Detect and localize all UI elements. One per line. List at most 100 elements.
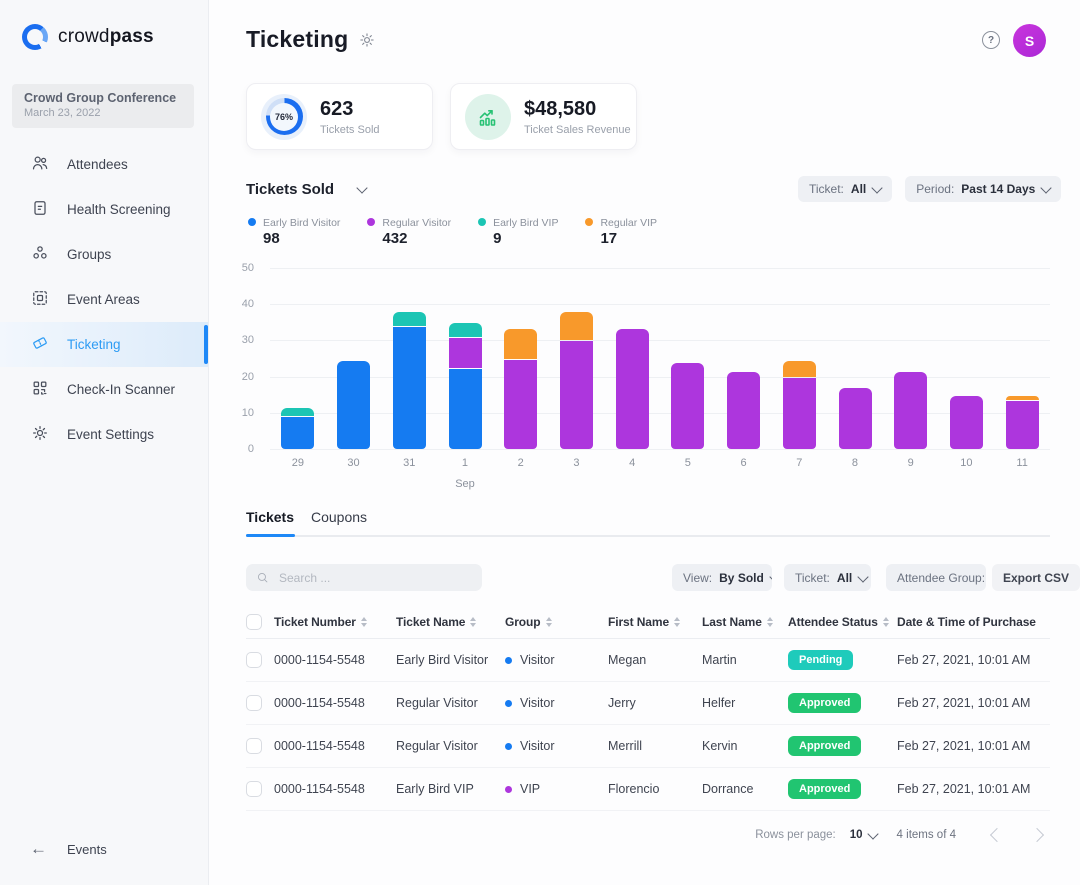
bar-segment: [839, 388, 872, 449]
crowdpass-logo: crowdpass: [22, 24, 154, 50]
previous-page-icon[interactable]: [990, 828, 1004, 842]
group-cell: Visitor: [505, 696, 608, 710]
row-checkbox[interactable]: [246, 695, 262, 711]
y-tick-label: 10: [242, 407, 254, 419]
last-name-cell: Kervin: [702, 739, 788, 753]
toolbar-attendee-group[interactable]: Attendee Group:All: [886, 564, 986, 591]
table-row[interactable]: 0000-1154-5548Early Bird VIPVIPFlorencio…: [246, 768, 1050, 811]
row-checkbox[interactable]: [246, 781, 262, 797]
event-areas-icon: [30, 288, 50, 311]
row-checkbox[interactable]: [246, 738, 262, 754]
bar-segment: [783, 361, 816, 376]
chart-title-label: Tickets Sold: [246, 181, 334, 198]
chip-label: Period:: [916, 182, 954, 196]
toolbar-view[interactable]: View:By Sold: [672, 564, 772, 591]
bar-segment: [337, 361, 370, 449]
group-dot: [505, 786, 512, 793]
column-header-attendee-status[interactable]: Attendee Status: [788, 615, 897, 629]
progress-ring-icon: 76%: [261, 94, 307, 140]
table-header-row: Ticket NumberTicket NameGroup First NameL…: [246, 606, 1050, 639]
gridline: [270, 268, 1050, 269]
x-tick-label: 2: [493, 457, 549, 469]
select-all-checkbox[interactable]: [246, 614, 262, 630]
sidebar-item-event-settings[interactable]: Event Settings: [0, 412, 208, 457]
tab-coupons[interactable]: Coupons: [311, 509, 367, 525]
bar-3: [560, 312, 593, 449]
group-dot: [505, 657, 512, 664]
legend-dot: [585, 218, 593, 226]
bar-segment: [950, 396, 983, 449]
back-to-events[interactable]: Events: [30, 839, 107, 859]
back-to-events-label: Events: [67, 842, 107, 857]
sidebar-item-event-areas[interactable]: Event Areas: [0, 277, 208, 322]
sort-icon: [674, 617, 680, 627]
filter-period[interactable]: Period: Past 14 Days: [905, 176, 1061, 202]
y-tick-label: 30: [242, 334, 254, 346]
column-header-ticket-name[interactable]: Ticket Name: [396, 615, 505, 629]
x-tick-label: 3: [549, 457, 605, 469]
avatar[interactable]: S: [1013, 24, 1046, 57]
bar-4: [616, 329, 649, 449]
group-cell: Visitor: [505, 653, 608, 667]
table-row[interactable]: 0000-1154-5548Early Bird VisitorVisitorM…: [246, 639, 1050, 682]
sidebar-item-label: Ticketing: [67, 337, 121, 352]
ticket-number-cell: 0000-1154-5548: [274, 739, 396, 753]
bar-segment: [281, 417, 314, 449]
sidebar-item-check-in-scanner[interactable]: Check-In Scanner: [0, 367, 208, 412]
ticketing-settings-gear-icon[interactable]: [358, 31, 376, 49]
bar-segment: [281, 408, 314, 416]
bar-segment: [393, 327, 426, 449]
sidebar-item-label: Health Screening: [67, 202, 171, 217]
search-input[interactable]: [277, 570, 461, 586]
status-badge: Pending: [788, 650, 853, 670]
bar-segment: [393, 312, 426, 325]
column-header-first-name[interactable]: First Name: [608, 615, 702, 629]
sidebar-item-attendees[interactable]: Attendees: [0, 142, 208, 187]
sidebar: crowdpass Crowd Group Conference March 2…: [0, 0, 209, 885]
help-icon[interactable]: [982, 31, 1000, 49]
row-checkbox[interactable]: [246, 652, 262, 668]
sidebar-item-groups[interactable]: Groups: [0, 232, 208, 277]
sidebar-item-ticketing[interactable]: Ticketing: [0, 322, 208, 367]
tabs-divider: [246, 535, 1050, 537]
chevron-down-icon: [872, 182, 883, 193]
tickets-sold-chart: 2930311234567891011Sep: [270, 268, 1050, 449]
bar-segment: [894, 372, 927, 449]
chevron-down-icon: [769, 571, 772, 582]
gridline: [270, 413, 1050, 414]
chart-title-dropdown[interactable]: Tickets Sold: [246, 181, 366, 198]
export-csv-button[interactable]: Export CSV: [992, 564, 1080, 591]
column-header-last-name[interactable]: Last Name: [702, 615, 788, 629]
bar-segment: [449, 338, 482, 368]
toolbar-ticket[interactable]: Ticket:All: [784, 564, 871, 591]
sidebar-item-label: Event Areas: [67, 292, 140, 307]
filter-ticket[interactable]: Ticket:All: [798, 176, 892, 202]
sidebar-item-label: Attendees: [67, 157, 128, 172]
ticket-name-cell: Early Bird VIP: [396, 782, 505, 796]
y-tick-label: 40: [242, 298, 254, 310]
column-header-label: Group: [505, 615, 541, 629]
legend-label: Early Bird VIP: [493, 217, 558, 229]
current-event-card[interactable]: Crowd Group Conference March 23, 2022: [12, 84, 194, 128]
next-page-icon[interactable]: [1030, 828, 1044, 842]
purchase-date-cell: Feb 27, 2021, 10:01 AM: [897, 739, 1050, 753]
tab-tickets[interactable]: Tickets: [246, 509, 294, 525]
chip-value: Past 14 Days: [961, 182, 1035, 196]
purchase-date-cell: Feb 27, 2021, 10:01 AM: [897, 696, 1050, 710]
table-row[interactable]: 0000-1154-5548Regular VisitorVisitorMerr…: [246, 725, 1050, 768]
rows-per-page-select[interactable]: 10: [850, 829, 877, 841]
column-header-label: Attendee Status: [788, 615, 878, 629]
legend-label: Regular Visitor: [382, 217, 451, 229]
column-header-ticket-number[interactable]: Ticket Number: [274, 615, 396, 629]
crowdpass-logo-icon: [22, 24, 48, 50]
sidebar-item-health-screening[interactable]: Health Screening: [0, 187, 208, 232]
rows-per-page-value: 10: [850, 829, 863, 841]
group-dot: [505, 743, 512, 750]
sidebar-menu: Attendees Health Screening Groups Event Are…: [0, 142, 208, 457]
legend-label: Early Bird Visitor: [263, 217, 340, 229]
column-header-group[interactable]: Group: [505, 615, 608, 629]
table-row[interactable]: 0000-1154-5548Regular VisitorVisitorJerr…: [246, 682, 1050, 725]
status-badge: Approved: [788, 779, 861, 799]
event-date: March 23, 2022: [24, 107, 182, 119]
bar-10: [950, 396, 983, 449]
